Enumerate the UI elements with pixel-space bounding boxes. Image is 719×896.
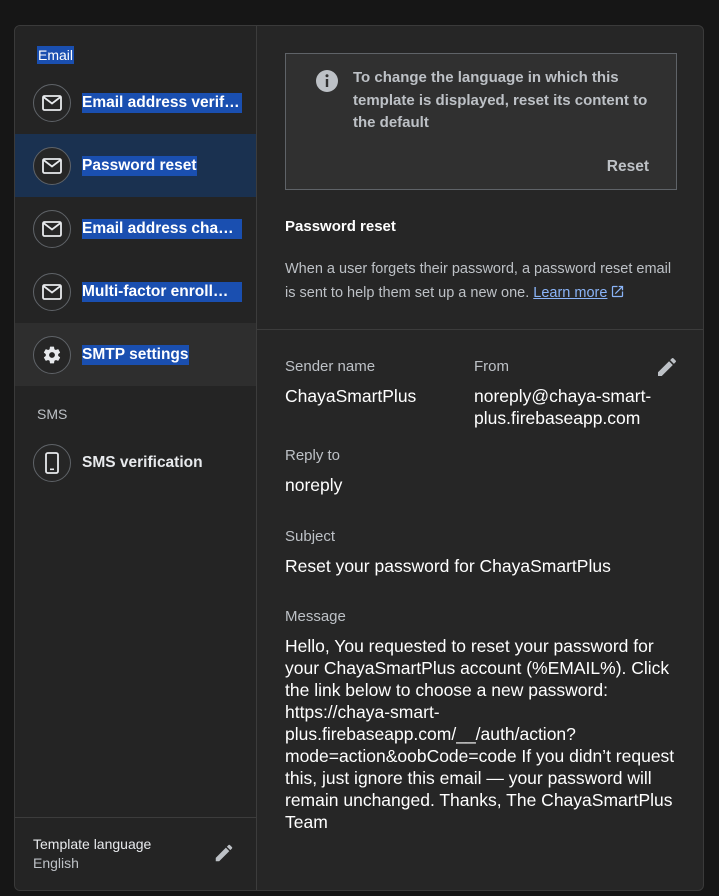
template-editor: To change the language in which this tem… [257, 26, 703, 890]
learn-more-link[interactable]: Learn more [533, 285, 625, 301]
sms-section-label: SMS [37, 406, 68, 422]
sidebar-item-label: Password reset [82, 155, 197, 176]
gear-icon [33, 335, 71, 374]
sidebar-item-email-verification[interactable]: Email address verification [15, 71, 256, 134]
template-description: When a user forgets their password, a pa… [285, 257, 685, 305]
email-templates-panel: Email Email address verification Passwor… [14, 25, 704, 891]
learn-more-label: Learn more [533, 285, 608, 301]
language-info-banner: To change the language in which this tem… [285, 53, 677, 190]
subject-label: Subject [285, 528, 336, 545]
sidebar-item-label: SMS verification [82, 453, 203, 471]
sidebar-item-password-reset[interactable]: Password reset [15, 134, 256, 197]
sidebar-item-sms-verification[interactable]: SMS verification [15, 431, 256, 494]
edit-template-icon[interactable] [655, 355, 679, 384]
template-language-footer: Template language English [15, 817, 256, 890]
sidebar-item-label: SMTP settings [82, 344, 189, 365]
edit-language-icon[interactable] [213, 842, 235, 869]
sidebar-item-label: Email address change [82, 218, 242, 239]
reply-to-value: noreply [285, 475, 343, 495]
template-title: Password reset [285, 218, 396, 235]
reset-button[interactable]: Reset [607, 158, 649, 176]
sidebar-item-label: Multi-factor enrollment [82, 281, 242, 302]
sidebar-item-email-change[interactable]: Email address change [15, 197, 256, 260]
template-language-label: Template language [33, 836, 152, 852]
template-language-value: English [33, 855, 79, 871]
external-link-icon [612, 285, 624, 298]
subject-value: Reset your password for ChayaSmartPlus [285, 556, 611, 576]
reply-to-label: Reply to [285, 447, 341, 464]
phone-icon [33, 443, 71, 482]
sidebar-item-multi-factor[interactable]: Multi-factor enrollment [15, 260, 256, 323]
sender-name-label: Sender name [285, 358, 376, 375]
from-label: From [474, 358, 509, 375]
section-divider [257, 329, 703, 330]
mail-icon [33, 272, 71, 311]
sidebar-item-label: Email address verification [82, 92, 242, 113]
info-banner-message: To change the language in which this tem… [353, 69, 648, 131]
mail-icon [33, 83, 71, 122]
mail-icon [33, 146, 71, 185]
info-icon [315, 69, 339, 98]
message-value: Hello, You requested to reset your passw… [285, 636, 675, 832]
email-section-label: Email [37, 46, 75, 64]
message-label: Message [285, 608, 346, 625]
template-sidebar: Email Email address verification Passwor… [15, 26, 257, 890]
from-value: noreply@chaya-smart-plus.firebaseapp.com [474, 386, 652, 428]
mail-icon [33, 209, 71, 248]
sidebar-item-smtp-settings[interactable]: SMTP settings [15, 323, 256, 386]
sender-name-value: ChayaSmartPlus [285, 386, 417, 406]
